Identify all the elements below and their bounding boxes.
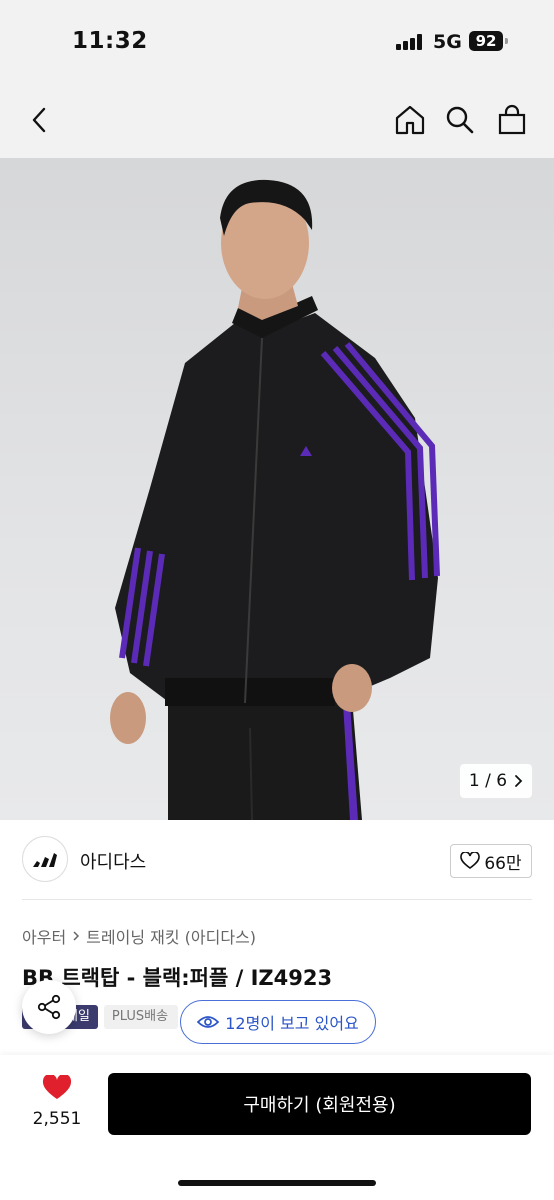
chevron-right-icon xyxy=(515,775,523,787)
battery-tip xyxy=(505,38,508,44)
bottom-action-bar: 2,551 구매하기 (회원전용) xyxy=(0,1055,554,1200)
chevron-right-icon xyxy=(73,931,80,941)
brand-like-count: 66만 xyxy=(484,853,522,874)
wishlist-count: 2,551 xyxy=(32,1109,82,1129)
cart-button[interactable] xyxy=(492,100,532,140)
share-button[interactable] xyxy=(22,980,76,1034)
battery-icon: 92 xyxy=(469,31,503,51)
buy-button[interactable]: 구매하기 (회원전용) xyxy=(108,1073,531,1135)
heart-outline-icon xyxy=(460,852,481,869)
product-image[interactable] xyxy=(0,158,554,820)
heart-filled-icon xyxy=(42,1073,72,1099)
search-icon xyxy=(446,106,474,134)
home-indicator xyxy=(178,1180,376,1186)
adidas-logo-icon xyxy=(33,853,57,867)
divider xyxy=(22,899,532,900)
product-photo-illustration xyxy=(110,179,440,820)
breadcrumb-subcategory[interactable]: 트레이닝 재킷 (아디다스) xyxy=(86,924,256,948)
signal-icon xyxy=(396,34,424,50)
network-label: 5G xyxy=(433,31,462,53)
breadcrumb: 아우터 트레이닝 재킷 (아디다스) xyxy=(22,924,256,948)
wishlist-button[interactable]: 2,551 xyxy=(22,1073,92,1129)
image-counter-text: 1 / 6 xyxy=(468,771,508,791)
nav-bar xyxy=(0,82,554,158)
brand-logo[interactable] xyxy=(22,836,68,882)
home-icon xyxy=(395,105,425,135)
status-bar: 11:32 5G 92 xyxy=(0,0,554,82)
back-button[interactable] xyxy=(20,100,60,140)
viewers-text: 12명이 보고 있어요 xyxy=(225,1014,359,1033)
breadcrumb-category[interactable]: 아우터 xyxy=(22,924,66,948)
eye-icon xyxy=(197,1016,220,1028)
status-time: 11:32 xyxy=(72,28,148,54)
chevron-left-icon xyxy=(32,107,46,133)
shopping-bag-icon xyxy=(498,104,526,135)
search-button[interactable] xyxy=(440,100,480,140)
home-button[interactable] xyxy=(390,100,430,140)
brand-name[interactable]: 아디다스 xyxy=(80,848,146,874)
delivery-tag: PLUS배송 xyxy=(103,1005,178,1029)
viewers-pill: 12명이 보고 있어요 xyxy=(180,1000,376,1044)
image-counter[interactable]: 1 / 6 xyxy=(460,764,532,798)
brand-like-button[interactable]: 66만 xyxy=(450,844,532,878)
brand-row[interactable]: 아디다스 66만 xyxy=(0,820,554,900)
share-icon xyxy=(37,994,61,1020)
